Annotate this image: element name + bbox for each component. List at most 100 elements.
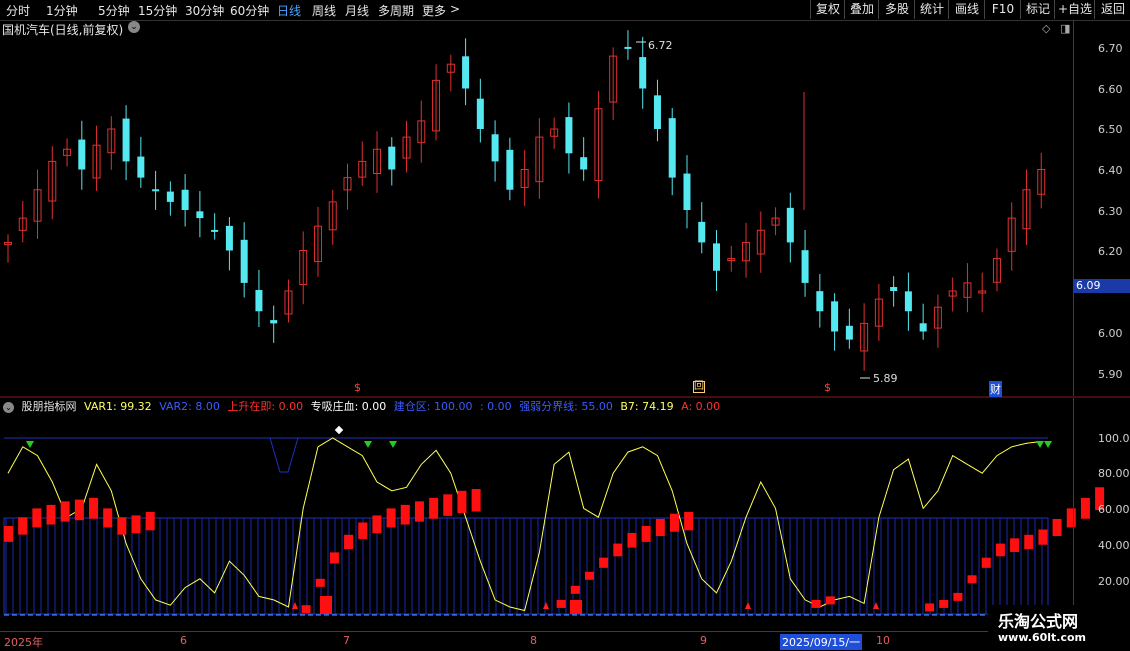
watermark-url: www.60lt.com xyxy=(998,631,1087,644)
rising-block xyxy=(570,600,582,614)
candle-down xyxy=(683,173,691,210)
var2-value: VAR2: 8.00 xyxy=(159,400,220,413)
rising-block xyxy=(414,501,424,522)
dividend-mark-icon[interactable]: $ xyxy=(824,381,831,394)
build-zone-box xyxy=(3,517,1049,615)
buy-arrow-icon xyxy=(745,602,751,609)
rising-block xyxy=(32,508,42,528)
rising-block xyxy=(443,494,453,516)
rising-block xyxy=(1010,538,1020,552)
rising-block xyxy=(570,585,580,594)
rising-block xyxy=(967,575,977,584)
candle-down xyxy=(137,156,145,178)
rising-block xyxy=(386,508,396,528)
a-value: A: 0.00 xyxy=(681,400,721,413)
price-tick: 6.60 xyxy=(1098,83,1123,96)
rising-block xyxy=(103,508,113,528)
candle-down xyxy=(668,118,676,178)
rising-block xyxy=(400,504,410,525)
rising-block xyxy=(1024,534,1034,550)
price-tick: 6.40 xyxy=(1098,164,1123,177)
sell-arrow-icon xyxy=(364,441,372,448)
rising-block xyxy=(4,526,13,542)
crosshair-date-label: 2025/09/15/一 xyxy=(780,634,863,650)
candle-down xyxy=(713,243,721,271)
strength-line-value: 强弱分界线: 55.00 xyxy=(519,400,613,413)
rising-block xyxy=(641,526,651,542)
report-mark-icon[interactable]: 回 xyxy=(693,381,705,393)
candle-down xyxy=(831,301,839,332)
buy-arrow-icon xyxy=(543,602,549,609)
watermark-name: 乐淘公式网 xyxy=(998,612,1079,631)
var1-overlay xyxy=(7,437,1042,611)
candle-down xyxy=(816,291,824,312)
watermark: 乐淘公式网 www.60lt.com xyxy=(988,605,1130,650)
candle-down xyxy=(122,118,130,162)
indicator-tick: 80.00 xyxy=(1098,467,1130,480)
indicator-tick: 60.00 xyxy=(1098,503,1130,516)
price-axis-line xyxy=(1073,20,1074,396)
rising-block xyxy=(74,499,84,521)
date-label: 8 xyxy=(530,634,537,647)
rising-block xyxy=(429,497,439,519)
indicator-name[interactable]: 股朋指标网 xyxy=(22,400,77,413)
sell-arrow-icon xyxy=(1036,441,1044,448)
rising-block xyxy=(89,497,99,519)
absorb-value: 专吸庄血: 0.00 xyxy=(310,400,387,413)
candle-down xyxy=(166,191,174,202)
candle-down xyxy=(211,229,219,232)
rising-block xyxy=(1066,508,1076,528)
price-tick: 6.70 xyxy=(1098,42,1123,55)
rising-block xyxy=(315,578,325,587)
unnamed-value: : 0.00 xyxy=(479,400,512,413)
candle-down xyxy=(225,225,233,251)
rising-block xyxy=(811,599,821,608)
rising-block xyxy=(1052,518,1062,537)
rising-block xyxy=(131,515,141,534)
indicator-axis-line xyxy=(1073,398,1074,631)
candle-down xyxy=(639,57,647,89)
build-zone-value: 建仓区: 100.00 xyxy=(393,400,473,413)
rising-block xyxy=(471,489,481,512)
dividend-mark-icon[interactable]: $ xyxy=(354,381,361,394)
date-label: 9 xyxy=(700,634,707,647)
price-tick: 6.20 xyxy=(1098,245,1123,258)
candle-down xyxy=(270,320,278,324)
rising-block xyxy=(953,592,963,601)
candle-down xyxy=(890,287,898,291)
candle-down xyxy=(565,117,573,154)
price-tick: 6.30 xyxy=(1098,205,1123,218)
candle-down xyxy=(919,323,927,332)
candle-down xyxy=(152,189,160,192)
date-label: 2025年 xyxy=(4,636,43,649)
rising-block xyxy=(684,511,694,531)
rising-block xyxy=(320,596,332,614)
candle-down xyxy=(255,290,263,312)
date-label: 6 xyxy=(180,634,187,647)
sell-arrow-icon xyxy=(389,441,397,448)
date-label: 10 xyxy=(876,634,890,647)
candle-down xyxy=(653,95,661,129)
rising-block xyxy=(939,599,949,608)
date-label: 7 xyxy=(343,634,350,647)
candle-down xyxy=(845,325,853,340)
rising-block xyxy=(599,557,609,568)
candle-down xyxy=(801,250,809,283)
rising-block xyxy=(556,599,566,608)
rising-block xyxy=(145,511,155,531)
var1-value: VAR1: 99.32 xyxy=(84,400,152,413)
rising-block xyxy=(60,501,70,522)
rising-block xyxy=(329,552,339,564)
indicator-menu-icon[interactable]: ⌄ xyxy=(3,402,14,413)
candle-down xyxy=(240,239,248,283)
candle-down xyxy=(491,134,499,162)
rising-block xyxy=(344,534,354,550)
candle-down xyxy=(196,211,204,219)
b7-value: B7: 74.19 xyxy=(620,400,674,413)
low-price-label: 5.89 xyxy=(873,372,898,385)
chart-canvas[interactable] xyxy=(0,0,1130,650)
rising-block xyxy=(925,603,935,612)
finance-mark-icon[interactable]: 财 xyxy=(989,381,1002,397)
candle-down xyxy=(78,139,86,170)
indicator-tick: 40.00 xyxy=(1098,539,1130,552)
